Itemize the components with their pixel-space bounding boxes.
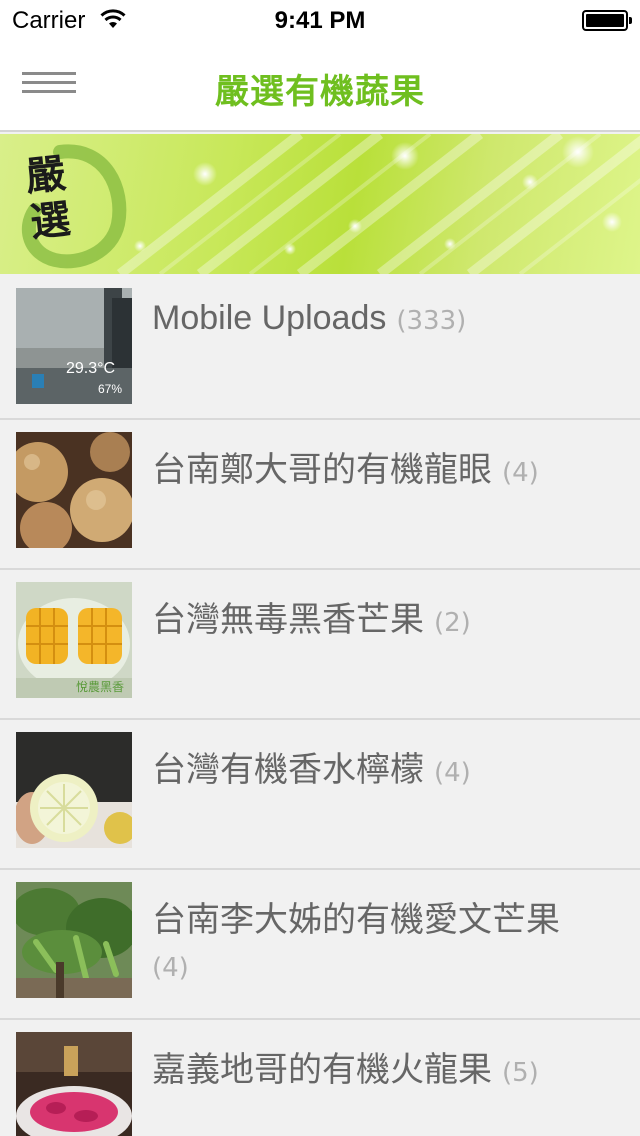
album-count: (4) — [434, 758, 471, 788]
thumbnail-temperature: 29.3°C — [66, 360, 116, 377]
album-thumbnail — [16, 1032, 132, 1136]
album-title: Mobile Uploads (333) — [152, 294, 600, 345]
album-title: 台灣有機香水檸檬 (4) — [152, 746, 600, 797]
brand-logo-text: 嚴選 — [23, 149, 73, 247]
album-name: 嘉義地哥的有機火龍果 — [152, 1050, 492, 1090]
album-thumbnail: 29.3°C 67% — [16, 288, 132, 404]
status-bar: Carrier 9:41 PM — [0, 0, 640, 40]
album-title: 台南鄭大哥的有機龍眼 (4) — [152, 446, 600, 497]
album-title: 嘉義地哥的有機火龍果 (5) — [152, 1046, 600, 1097]
album-thumbnail — [16, 882, 132, 998]
page-title: 嚴選有機蔬果 — [215, 72, 425, 112]
album-title: 台南李大姊的有機愛文芒果 (4) — [152, 896, 600, 992]
album-count: (4) — [152, 953, 189, 983]
list-item[interactable]: 台灣有機香水檸檬 (4) — [0, 720, 640, 870]
clock: 9:41 PM — [274, 7, 366, 34]
album-thumbnail: 悅農黑香 — [16, 582, 132, 698]
album-thumbnail — [16, 432, 132, 548]
thumbnail-humidity: 67% — [98, 382, 123, 396]
brand-logo: 嚴選 — [20, 149, 120, 256]
album-name: 台灣無毒黑香芒果 — [152, 600, 424, 640]
album-thumbnail — [16, 732, 132, 848]
list-item[interactable]: 台南李大姊的有機愛文芒果 (4) — [0, 870, 640, 1020]
album-name: Mobile Uploads — [152, 299, 387, 337]
navigation-bar: 嚴選有機蔬果 — [0, 40, 640, 132]
list-item[interactable]: 台南鄭大哥的有機龍眼 (4) — [0, 420, 640, 570]
list-item[interactable]: 悅農黑香 台灣無毒黑香芒果 (2) — [0, 570, 640, 720]
app-screen: Carrier 9:41 PM 嚴選有機蔬果 嚴選 29.3°C 67% Mob… — [0, 0, 640, 1136]
album-count: (2) — [434, 608, 471, 638]
header-banner: 嚴選 — [0, 134, 640, 274]
list-item[interactable]: 29.3°C 67% Mobile Uploads (333) — [0, 274, 640, 420]
album-name: 台南李大姊的有機愛文芒果 — [152, 900, 560, 940]
album-count: (333) — [396, 306, 467, 336]
album-list[interactable]: 29.3°C 67% Mobile Uploads (333) 台南鄭大哥的有機… — [0, 274, 640, 1136]
album-name: 台灣有機香水檸檬 — [152, 750, 424, 790]
battery-icon — [582, 10, 632, 31]
album-name: 台南鄭大哥的有機龍眼 — [152, 450, 492, 490]
album-title: 台灣無毒黑香芒果 (2) — [152, 596, 600, 647]
album-count: (5) — [502, 1058, 539, 1088]
list-item[interactable]: 嘉義地哥的有機火龍果 (5) — [0, 1020, 640, 1136]
album-count: (4) — [502, 458, 539, 488]
thumbnail-watermark: 悅農黑香 — [76, 680, 125, 694]
